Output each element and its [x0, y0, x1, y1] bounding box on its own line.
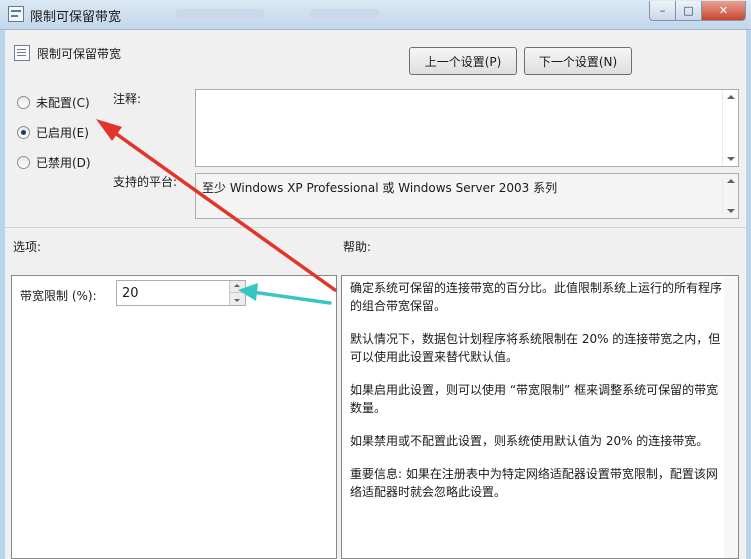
help-paragraph: 默认情况下，数据包计划程序将系统限制在 20% 的连接带宽之内，但可以使用此设置… — [350, 332, 721, 364]
comment-scrollbar[interactable] — [722, 90, 738, 166]
bandwidth-limit-value[interactable]: 20 — [122, 286, 139, 301]
help-label: 帮助: — [343, 240, 372, 254]
help-paragraph: 确定系统可保留的连接带宽的百分比。此值限制系统上运行的所有程序的组合带宽保留。 — [350, 281, 723, 313]
dialog-body: 限制可保留带宽 上一个设置(P) 下一个设置(N) 未配置(C) 已启用(E) … — [5, 30, 746, 559]
help-paragraph: 重要信息: 如果在注册表中为特定网络适配器设置带宽限制，配置该网络适配器时就会忽… — [350, 467, 718, 499]
platform-box: 至少 Windows XP Professional 或 Windows Ser… — [195, 173, 739, 219]
platform-label: 支持的平台: — [113, 175, 178, 189]
policy-window-icon — [8, 6, 24, 22]
radio-label: 已禁用(D) — [36, 156, 91, 170]
close-button[interactable]: ✕ — [702, 1, 746, 21]
radio-label: 未配置(C) — [36, 96, 90, 110]
radio-label: 已启用(E) — [36, 126, 89, 140]
minimize-button[interactable]: – — [649, 1, 676, 21]
blurred-title-area — [175, 9, 265, 19]
blurred-title-area — [310, 9, 380, 19]
spin-down-icon[interactable] — [234, 299, 240, 302]
title-bar: 限制可保留带宽 – □ ✕ — [0, 0, 751, 30]
scroll-up-icon[interactable] — [727, 179, 735, 183]
comment-label: 注释: — [113, 92, 142, 106]
platform-text: 至少 Windows XP Professional 或 Windows Ser… — [202, 181, 558, 195]
scroll-up-icon[interactable] — [727, 95, 735, 99]
help-scrollbar[interactable] — [724, 276, 738, 558]
scroll-down-icon[interactable] — [727, 209, 735, 213]
radio-circle[interactable] — [17, 126, 30, 139]
maximize-button[interactable]: □ — [676, 1, 702, 21]
scroll-down-icon[interactable] — [727, 157, 735, 161]
radio-disabled[interactable]: 已禁用(D) — [17, 154, 91, 171]
radio-not-configured[interactable]: 未配置(C) — [17, 94, 90, 111]
options-panel: 带宽限制 (%): 20 — [11, 275, 337, 559]
next-setting-button[interactable]: 下一个设置(N) — [524, 47, 632, 75]
help-text: 确定系统可保留的连接带宽的百分比。此值限制系统上运行的所有程序的组合带宽保留。 … — [350, 279, 726, 516]
previous-setting-button[interactable]: 上一个设置(P) — [409, 47, 517, 75]
help-panel: 确定系统可保留的连接带宽的百分比。此值限制系统上运行的所有程序的组合带宽保留。 … — [341, 275, 739, 559]
section-divider — [5, 227, 746, 228]
bandwidth-limit-spinner[interactable]: 20 — [116, 280, 246, 306]
comment-textarea[interactable] — [195, 89, 739, 167]
window-controls: – □ ✕ — [649, 1, 746, 21]
radio-circle[interactable] — [17, 156, 30, 169]
spin-up-icon[interactable] — [234, 284, 240, 287]
options-label: 选项: — [13, 240, 42, 254]
bandwidth-limit-label: 带宽限制 (%): — [20, 289, 97, 303]
platform-scrollbar[interactable] — [722, 174, 738, 218]
radio-circle[interactable] — [17, 96, 30, 109]
policy-setting-icon — [14, 45, 30, 61]
window-title: 限制可保留带宽 — [30, 10, 122, 25]
help-paragraph: 如果启用此设置，则可以使用 “带宽限制” 框来调整系统可保留的带宽数量。 — [350, 383, 719, 415]
radio-enabled[interactable]: 已启用(E) — [17, 124, 89, 141]
spin-up-button[interactable] — [230, 281, 245, 293]
spin-buttons[interactable] — [229, 281, 245, 305]
help-paragraph: 如果禁用或不配置此设置，则系统使用默认值为 20% 的连接带宽。 — [350, 434, 709, 448]
spin-down-button[interactable] — [230, 293, 245, 305]
policy-name: 限制可保留带宽 — [37, 47, 122, 61]
